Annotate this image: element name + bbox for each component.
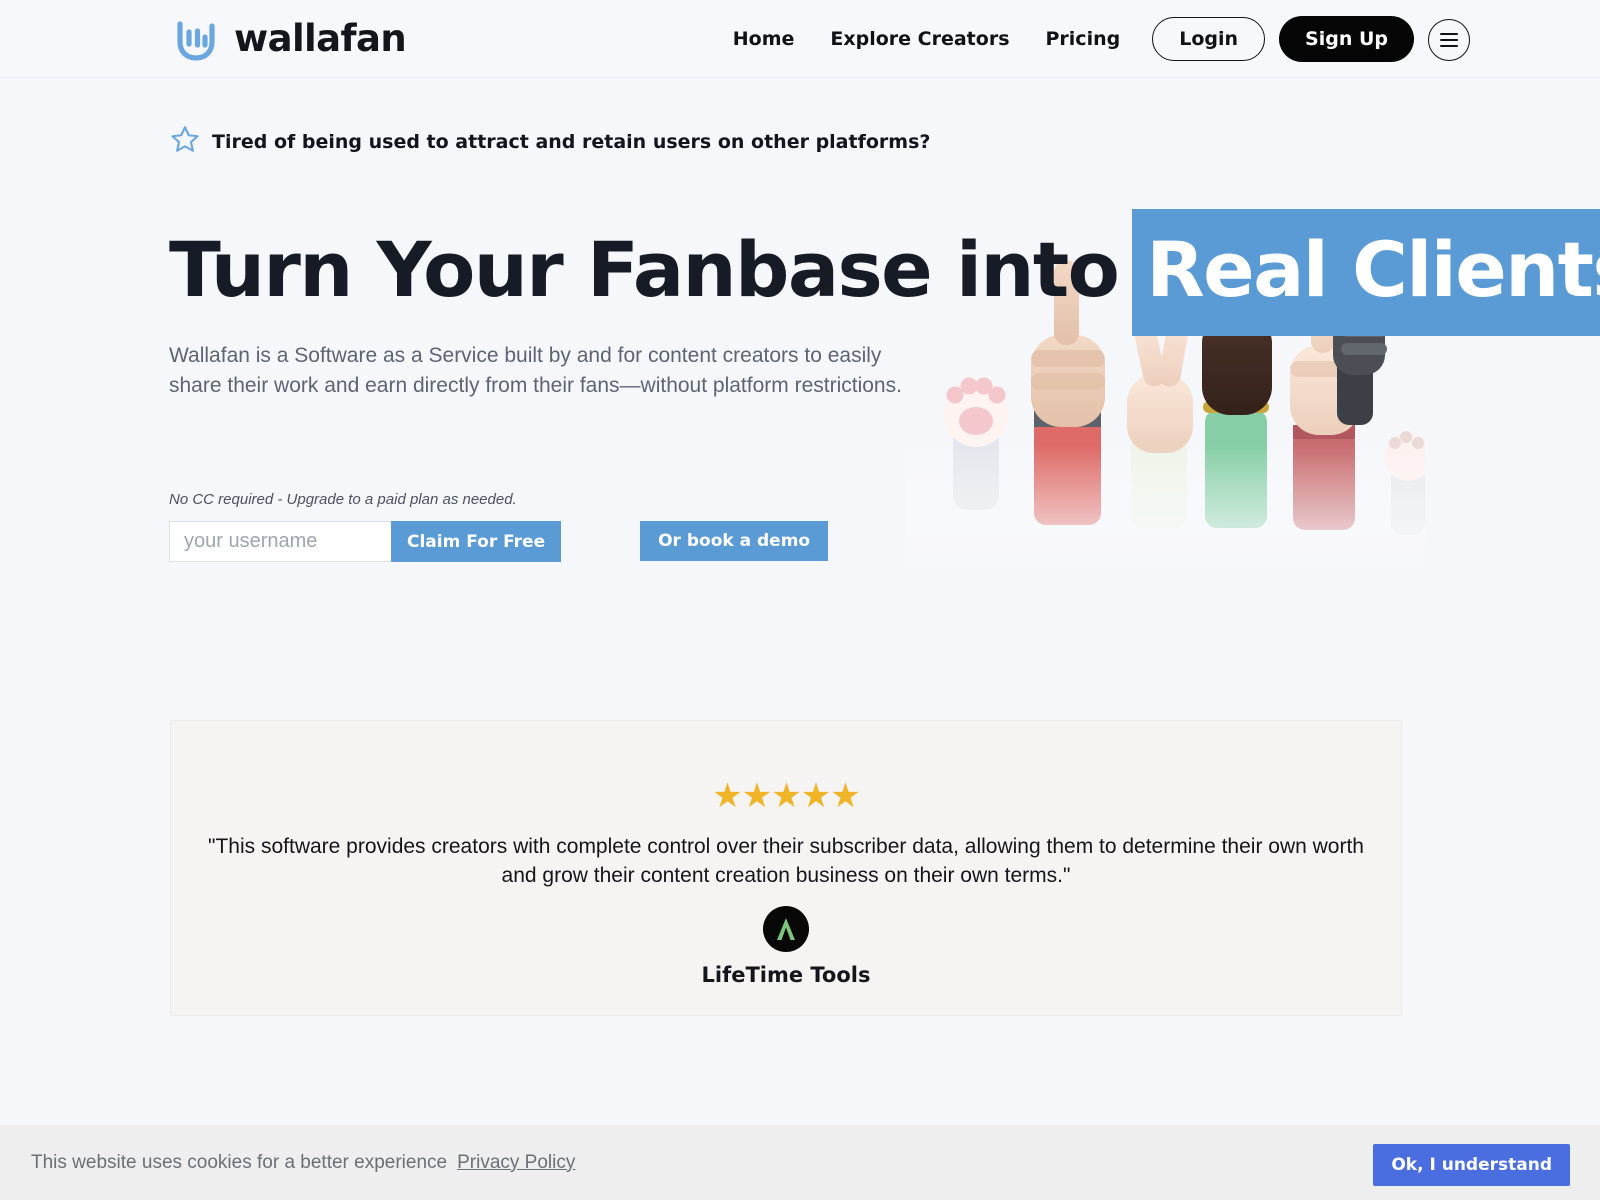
cookie-consent-bar: This website uses cookies for a better e… — [0, 1125, 1600, 1200]
privacy-policy-link[interactable]: Privacy Policy — [457, 1152, 575, 1174]
page-title: Turn Your Fanbase into Real Clients — [169, 209, 1600, 336]
main-nav: Home Explore Creators Pricing Login Sign… — [715, 0, 1414, 78]
star-outline-icon — [170, 124, 200, 159]
testimonial-company: LifeTime Tools — [701, 906, 871, 987]
cookie-accept-button[interactable]: Ok, I understand — [1373, 1144, 1570, 1186]
testimonial-quote: "This software provides creators with co… — [208, 835, 1364, 887]
star-rating: ★★★★★ — [712, 777, 860, 815]
nav-item-explore-creators[interactable]: Explore Creators — [812, 28, 1027, 50]
nav-item-pricing[interactable]: Pricing — [1028, 28, 1139, 50]
hamburger-menu-icon[interactable] — [1428, 19, 1470, 61]
hero-subhead: Wallafan is a Software as a Service buil… — [169, 344, 902, 397]
brand-name: wallafan — [234, 16, 407, 60]
hero-tagline-text: Tired of being used to attract and retai… — [212, 130, 931, 153]
hamburger-lines — [1440, 33, 1458, 47]
rock-hand-logo-icon — [170, 12, 224, 64]
username-input[interactable] — [169, 521, 391, 562]
signup-form: Claim For Free Or book a demo — [169, 521, 829, 562]
claim-for-free-button[interactable]: Claim For Free — [391, 521, 562, 562]
lifetime-tools-logo-icon — [762, 906, 809, 952]
testimonial-card: ★★★★★ "This software provides creators w… — [170, 720, 1402, 1016]
cookie-message: This website uses cookies for a better e… — [31, 1151, 448, 1173]
headline-highlight: Real Clients — [1132, 209, 1600, 336]
headline-prefix: Turn Your Fanbase into — [169, 225, 1120, 314]
site-header: wallafan Home Explore Creators Pricing L… — [0, 0, 1600, 78]
nav-item-home[interactable]: Home — [715, 28, 813, 50]
signup-button[interactable]: Sign Up — [1279, 16, 1414, 62]
testimonial-company-name: LifeTime Tools — [701, 963, 871, 987]
login-button[interactable]: Login — [1152, 17, 1266, 61]
hero-tagline: Tired of being used to attract and retai… — [170, 124, 930, 159]
landing-page: wallafan Home Explore Creators Pricing L… — [0, 0, 1600, 1200]
brand-logo[interactable]: wallafan — [170, 12, 407, 64]
no-cc-note: No CC required - Upgrade to a paid plan … — [169, 491, 517, 508]
username-claim-group: Claim For Free — [169, 521, 562, 562]
book-a-demo-button[interactable]: Or book a demo — [640, 521, 829, 561]
